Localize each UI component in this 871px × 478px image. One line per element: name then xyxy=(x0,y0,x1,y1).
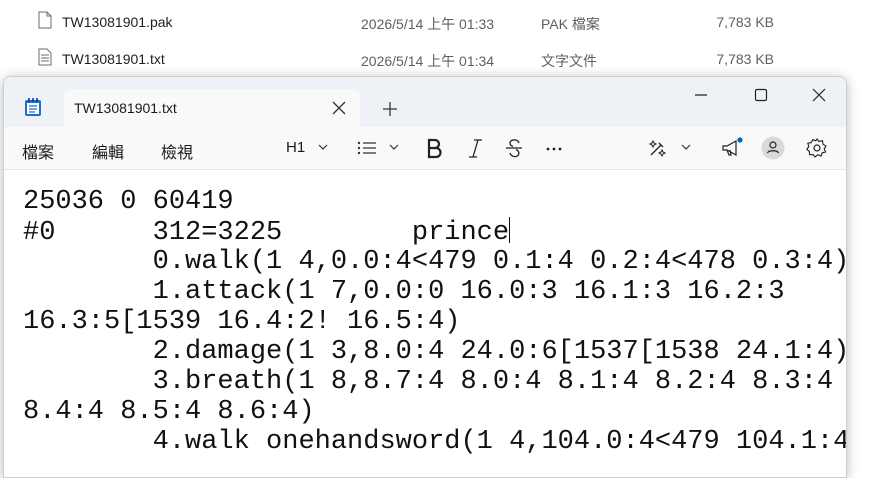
text-line-5: 16.3:5[1539 16.4:2! 16.5:4) xyxy=(23,307,461,337)
notepad-app-icon xyxy=(25,98,41,116)
strikethrough-icon[interactable] xyxy=(504,135,524,161)
text-line-3: 0.walk(1 4,0.0:4<479 0.1:4 0.2:4<478 0.3… xyxy=(23,247,847,277)
chevron-down-icon xyxy=(389,144,399,150)
chevron-down-icon xyxy=(318,144,328,150)
tab-document[interactable]: TW13081901.txt xyxy=(64,89,360,128)
list-dropdown[interactable] xyxy=(357,135,401,161)
italic-icon[interactable] xyxy=(466,135,484,161)
announcement-icon[interactable] xyxy=(719,135,745,161)
text-line-6: 2.damage(1 3,8.0:4 24.0:6[1537[1538 24.1… xyxy=(23,337,847,367)
text-line-4: 1.attack(1 7,0.0:0 16.0:3 16.1:3 16.2:3 xyxy=(23,277,785,307)
heading-label: H1 xyxy=(286,139,306,156)
file-date: 2026/5/14 上午 01:33 xyxy=(361,16,495,32)
text-caret xyxy=(509,217,511,243)
minimize-icon xyxy=(695,94,707,96)
text-line-2-content: #0 312=3225 prince xyxy=(23,218,510,248)
menu-edit[interactable]: 編輯 xyxy=(92,139,124,163)
notepad-window: TW13081901.txt 檔案 編輯 檢視 H1 25036 0 60419… xyxy=(3,76,847,478)
close-icon xyxy=(812,88,826,102)
title-bar[interactable]: TW13081901.txt xyxy=(4,77,846,128)
text-line-7: 3.breath(1 8,8.7:4 8.0:4 8.1:4 8.2:4 8.3… xyxy=(23,367,834,397)
file-row-txt[interactable]: TW13081901.txt 2026/5/14 上午 01:34 文字文件 7… xyxy=(0,40,871,76)
file-size: 7,783 KB xyxy=(716,14,774,30)
bold-icon[interactable] xyxy=(424,135,444,161)
settings-icon[interactable] xyxy=(804,135,830,161)
copilot-dropdown[interactable] xyxy=(648,135,692,161)
chevron-down-icon xyxy=(681,144,691,150)
menu-view[interactable]: 檢視 xyxy=(161,139,193,163)
copilot-icon xyxy=(648,139,667,158)
close-button[interactable] xyxy=(789,77,846,113)
maximize-button[interactable] xyxy=(731,77,791,113)
file-size: 7,783 KB xyxy=(716,51,774,67)
tab-title: TW13081901.txt xyxy=(74,100,177,116)
file-type: 文字文件 xyxy=(541,53,597,69)
text-line-8: 8.4:4 8.5:4 8.6:4) xyxy=(23,397,315,427)
heading-dropdown[interactable]: H1 xyxy=(286,135,332,161)
file-date: 2026/5/14 上午 01:34 xyxy=(361,53,495,69)
more-icon[interactable] xyxy=(544,135,564,161)
menu-file[interactable]: 檔案 xyxy=(22,139,54,163)
text-file-icon xyxy=(38,48,52,66)
file-name: TW13081901.pak xyxy=(62,14,173,30)
maximize-icon xyxy=(754,88,768,102)
file-type: PAK 檔案 xyxy=(541,16,600,32)
tab-close-icon[interactable] xyxy=(326,95,352,121)
new-tab-icon[interactable] xyxy=(376,95,404,123)
file-name: TW13081901.txt xyxy=(62,51,165,67)
account-icon[interactable] xyxy=(760,135,786,161)
list-icon xyxy=(357,141,376,155)
blank-file-icon xyxy=(38,11,52,29)
text-line-2: #0 312=3225 prince xyxy=(23,217,511,248)
text-editor[interactable]: 25036 0 60419 #0 312=3225 prince 0.walk(… xyxy=(4,170,846,477)
minimize-button[interactable] xyxy=(671,77,731,113)
file-row-pak[interactable]: TW13081901.pak 2026/5/14 上午 01:33 PAK 檔案… xyxy=(0,3,871,39)
text-line-9: 4.walk onehandsword(1 4,104.0:4<479 104.… xyxy=(23,427,847,457)
text-line-1: 25036 0 60419 xyxy=(23,187,234,217)
menu-bar: 檔案 編輯 檢視 H1 xyxy=(4,127,846,170)
